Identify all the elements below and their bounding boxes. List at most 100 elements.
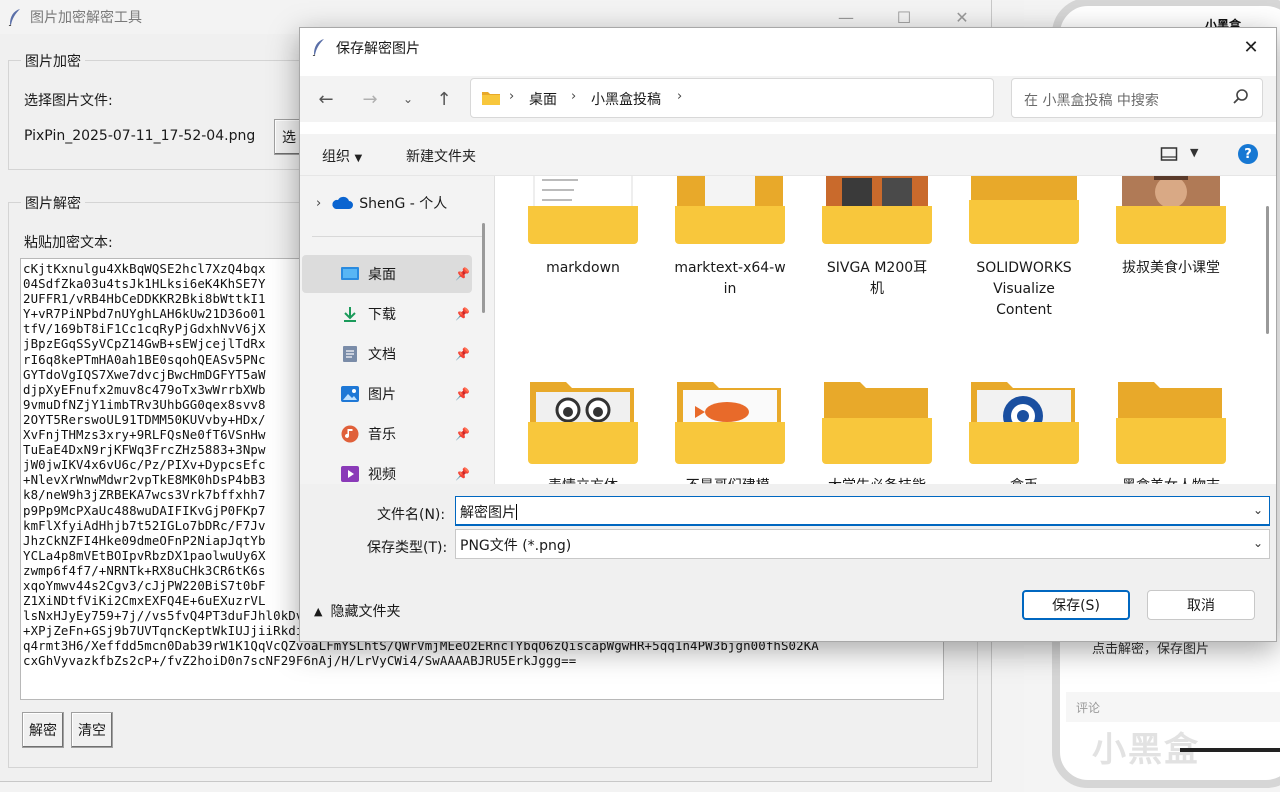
view-dropdown-icon[interactable]: ▼ — [1190, 146, 1198, 159]
nav-item-videos[interactable]: 视频 📌 — [302, 455, 472, 484]
folder-icon — [969, 382, 1079, 464]
nav-item-documents[interactable]: 文档 📌 — [302, 335, 472, 373]
folder-icon — [822, 382, 932, 464]
breadcrumb-separator-icon: › — [509, 89, 515, 104]
comment-input[interactable]: 评论 — [1066, 692, 1280, 722]
pin-icon: 📌 — [455, 267, 470, 281]
folder-item[interactable]: 黑盒美女人物志 — [1101, 378, 1241, 484]
navigation-bar: ← → ⌄ ↑ › 桌面 › 小黑盒投稿 › ⌄ ↻ 在 小黑盒投稿 中搜索 — [300, 76, 1276, 122]
navigation-pane: › ShenG - 个人 桌面 📌 下载 📌 文档 📌 图片 📌 音乐 📌 视频… — [300, 176, 494, 484]
file-list: markdown marktext-x64-win SIVGA M200耳机 — [495, 176, 1276, 484]
nav-label-desktop: 桌面 — [368, 267, 396, 283]
nav-label-videos: 视频 — [368, 467, 396, 483]
pin-icon: 📌 — [455, 307, 470, 321]
dialog-title: 保存解密图片 — [336, 41, 420, 57]
folder-icon — [1116, 382, 1226, 464]
folder-item[interactable]: SIVGA M200耳机 — [807, 176, 947, 300]
nav-label-downloads: 下载 — [368, 307, 396, 323]
folder-item[interactable]: markdown — [513, 176, 653, 279]
nav-item-music[interactable]: 音乐 📌 — [302, 415, 472, 453]
folder-icon — [528, 176, 638, 244]
folder-item[interactable]: 表情立方体 — [513, 378, 653, 484]
expand-chevron-icon[interactable]: › — [316, 196, 321, 211]
folder-item[interactable]: SOLIDWORKS Visualize Content — [954, 176, 1094, 321]
address-bar[interactable]: › 桌面 › 小黑盒投稿 › ⌄ ↻ — [470, 78, 1146, 118]
recent-locations-chevron-icon[interactable]: ⌄ — [396, 87, 420, 111]
forward-arrow-icon[interactable]: → — [358, 87, 382, 111]
filetype-select[interactable]: PNG文件 (*.png) ⌄ — [455, 529, 1270, 559]
up-arrow-icon[interactable]: ↑ — [432, 87, 456, 111]
save-dialog: 保存解密图片 ✕ ← → ⌄ ↑ › 桌面 › 小黑盒投稿 › ⌄ ↻ 在 小黑… — [299, 27, 1277, 642]
desktop-icon — [340, 264, 360, 284]
new-folder-button[interactable]: 新建文件夹 — [406, 146, 476, 166]
feather-icon — [8, 9, 20, 26]
nav-divider — [312, 236, 482, 237]
nav-item-downloads[interactable]: 下载 📌 — [302, 295, 472, 333]
back-arrow-icon[interactable]: ← — [314, 87, 338, 111]
nav-item-pictures[interactable]: 图片 📌 — [302, 375, 472, 413]
folder-icon — [675, 176, 785, 244]
cloud-icon — [332, 196, 354, 209]
folder-item[interactable]: 盒币 — [954, 378, 1094, 484]
file-list-scrollbar[interactable] — [1266, 206, 1269, 334]
pin-icon: 📌 — [455, 387, 470, 401]
chevron-up-icon: ▲ — [314, 604, 323, 618]
organize-menu[interactable]: 组织 ▼ — [322, 146, 362, 166]
folder-item[interactable]: marktext-x64-w in — [660, 176, 800, 300]
folder-name: 表情立方体 — [513, 476, 653, 484]
hide-folders-label: 隐藏文件夹 — [330, 604, 401, 620]
nav-label-music: 音乐 — [368, 427, 396, 443]
dialog-close-icon[interactable]: ✕ — [1238, 34, 1264, 60]
selected-file-name: PixPin_2025-07-11_17-52-04.png — [24, 128, 256, 144]
filename-input[interactable]: 解密图片 ⌄ — [455, 496, 1270, 526]
search-icon — [1233, 89, 1248, 104]
folder-item[interactable]: 大学生必备技能 — [807, 378, 947, 484]
breadcrumb-separator-icon: › — [571, 89, 577, 104]
view-mode-icon[interactable] — [1160, 146, 1178, 162]
filetype-value: PNG文件 (*.png) — [460, 538, 572, 554]
video-icon — [340, 464, 360, 484]
help-icon[interactable]: ? — [1238, 144, 1258, 164]
folder-icon — [482, 92, 500, 105]
folder-name: 盒币 — [954, 476, 1094, 484]
filetype-dropdown-icon[interactable]: ⌄ — [1253, 536, 1263, 550]
folder-icon — [675, 382, 785, 464]
nav-scrollbar[interactable] — [482, 223, 485, 313]
hide-folders-toggle[interactable]: ▲ 隐藏文件夹 — [314, 601, 400, 621]
home-indicator — [1180, 748, 1280, 752]
folder-icon — [822, 176, 932, 244]
encrypt-group: 图片加密 — [8, 51, 318, 170]
cipher-text-line: cxGhVyvazkfbZs2cP+/fvZ2hoiD0n7scNF29F6nA… — [23, 653, 577, 669]
music-icon — [340, 424, 360, 444]
breadcrumb-desktop[interactable]: 桌面 — [529, 89, 557, 109]
decrypt-button[interactable]: 解密 — [22, 712, 64, 748]
save-fields-panel: 文件名(N): 解密图片 ⌄ 保存类型(T): PNG文件 (*.png) ⌄ … — [300, 484, 1276, 641]
folder-name: 大学生必备技能 — [807, 476, 947, 484]
choose-file-label: 选择图片文件: — [24, 93, 113, 109]
clear-button[interactable]: 清空 — [71, 712, 113, 748]
folder-name: 拔叔美食小课堂 — [1122, 260, 1220, 276]
folder-icon — [1116, 176, 1226, 244]
folder-name: SIVGA M200耳机 — [826, 260, 928, 297]
paste-text-label: 粘贴加密文本: — [24, 235, 113, 251]
nav-item-desktop[interactable]: 桌面 📌 — [302, 255, 472, 293]
nav-label-pictures: 图片 — [368, 387, 396, 403]
pin-icon: 📌 — [455, 467, 470, 481]
cancel-button[interactable]: 取消 — [1147, 590, 1255, 620]
breadcrumb-current-folder[interactable]: 小黑盒投稿 — [591, 89, 661, 109]
save-button[interactable]: 保存(S) — [1022, 590, 1130, 620]
onedrive-label: ShenG - 个人 — [359, 196, 448, 212]
folder-item[interactable]: 拔叔美食小课堂 — [1101, 176, 1241, 279]
filename-dropdown-icon[interactable]: ⌄ — [1253, 503, 1263, 517]
pin-icon: 📌 — [455, 347, 470, 361]
chevron-down-icon: ▼ — [354, 153, 363, 164]
folder-item[interactable]: 不是哥们建模· — [660, 378, 800, 484]
search-box[interactable]: 在 小黑盒投稿 中搜索 — [1011, 78, 1263, 118]
document-icon — [340, 344, 360, 364]
feather-icon — [312, 39, 324, 56]
folder-icon — [969, 176, 1079, 244]
pin-icon: 📌 — [455, 427, 470, 441]
nav-item-onedrive[interactable]: › ShenG - 个人 — [300, 188, 490, 218]
pictures-icon — [340, 384, 360, 404]
encrypt-group-label: 图片加密 — [21, 51, 85, 71]
